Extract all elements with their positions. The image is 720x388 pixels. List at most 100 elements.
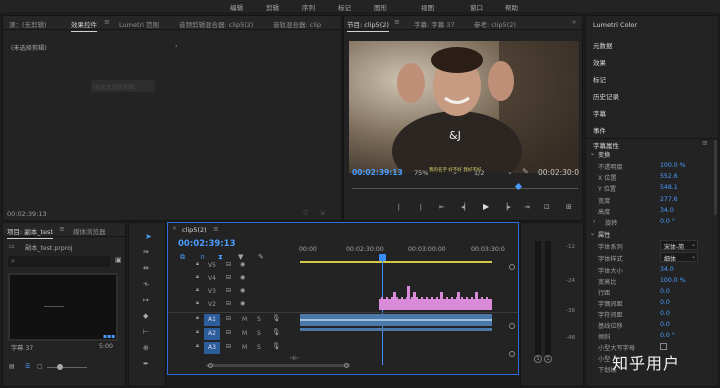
rotation-value[interactable]: 0.0 °: [660, 218, 675, 225]
tab-captions[interactable]: 字幕: 字幕 37: [414, 19, 455, 29]
expand-icon[interactable]: ›: [175, 42, 178, 50]
sync-lock-icon[interactable]: ⊟: [226, 330, 231, 336]
menu-clip[interactable]: 剪辑: [266, 2, 279, 12]
timeline-zoom-icon[interactable]: ⊣⊢: [289, 356, 299, 362]
lock-track-icon[interactable]: 🔒︎: [196, 315, 199, 322]
lock-icon[interactable]: ▤: [9, 364, 15, 370]
menu-edit[interactable]: 编辑: [230, 2, 243, 12]
mark-in-icon[interactable]: ❘: [396, 204, 402, 211]
play-icon[interactable]: ▶: [483, 203, 489, 211]
caption-clip-segment[interactable]: [451, 297, 453, 299]
thumbnail-zoom-slider[interactable]: [47, 367, 87, 368]
panel-item-lumetri-color[interactable]: Lumetri Color: [593, 21, 637, 29]
wrench-icon[interactable]: ✎: [522, 168, 529, 176]
microphone-icon[interactable]: 🎙︎: [272, 329, 280, 336]
panel-item-captions[interactable]: 字幕: [593, 108, 606, 118]
caption-clip-segment[interactable]: [421, 297, 423, 299]
panel-item-events[interactable]: 事件: [593, 125, 606, 135]
opacity-value[interactable]: 100.0 %: [660, 162, 686, 169]
panel-item-history[interactable]: 历史记录: [593, 91, 619, 101]
leading-value[interactable]: 0.0: [660, 288, 670, 295]
go-to-out-icon[interactable]: ⇥: [524, 204, 530, 211]
lock-track-icon[interactable]: 🔒︎: [196, 274, 199, 281]
menu-help[interactable]: 帮助: [505, 2, 518, 12]
caption-properties-menu-icon[interactable]: ≡: [702, 139, 708, 147]
tab-program[interactable]: 节目: clip5(2): [347, 19, 389, 32]
solo-button[interactable]: S: [257, 344, 261, 351]
eye-icon[interactable]: ◉: [240, 301, 245, 307]
sync-lock-icon[interactable]: ⊟: [226, 275, 231, 281]
caption-clip-segment[interactable]: [466, 297, 468, 299]
thumbnail-zoom-handle[interactable]: [57, 364, 63, 370]
right-panel-scrollbar[interactable]: [714, 140, 717, 215]
properties-chevron-icon[interactable]: ⌄: [590, 230, 595, 237]
caption-clip-segment[interactable]: [401, 297, 403, 299]
mute-button[interactable]: M: [242, 330, 247, 337]
small-caps-checkbox[interactable]: [660, 343, 667, 350]
zoom-select[interactable]: 75%: [414, 169, 428, 177]
panel-item-markers[interactable]: 标记: [593, 74, 606, 84]
solo-meter-button[interactable]: S: [534, 355, 542, 363]
extract-icon[interactable]: ⊞: [566, 204, 572, 211]
step-back-icon[interactable]: ◂▏: [461, 204, 470, 211]
eye-icon[interactable]: ◉: [240, 288, 245, 294]
new-bin-icon[interactable]: ▣: [115, 257, 122, 264]
tab-audio-clip-mixer[interactable]: 音频剪辑混合器: clip5(2): [179, 19, 253, 29]
slant-value[interactable]: 0.0 °: [660, 332, 675, 339]
slip-tool-icon[interactable]: ⊢: [143, 329, 149, 336]
caption-clip-segment[interactable]: [471, 297, 473, 299]
go-to-in-icon[interactable]: ⇤: [439, 204, 445, 211]
sync-lock-icon[interactable]: ⊟: [226, 316, 231, 322]
track-select-tool-icon[interactable]: ⇛: [143, 249, 149, 256]
panel-item-metadata[interactable]: 元数据: [593, 40, 613, 50]
sequence-menu-icon[interactable]: ≡: [213, 225, 219, 233]
eye-icon[interactable]: ◉: [240, 262, 245, 268]
transform-section-title[interactable]: 变换: [598, 150, 610, 159]
zoom-chevron-icon[interactable]: ⌄: [452, 169, 458, 176]
lock-track-icon[interactable]: 🔒︎: [196, 300, 199, 307]
lock-track-icon[interactable]: 🔒︎: [196, 329, 199, 336]
solo-button[interactable]: S: [257, 330, 261, 337]
aspect-value[interactable]: 100.0 %: [660, 277, 686, 284]
menu-markers[interactable]: 标记: [338, 2, 351, 12]
caption-clip-segment[interactable]: [441, 297, 443, 299]
close-sequence-icon[interactable]: ✕: [172, 226, 177, 232]
mark-out-icon[interactable]: ❘: [418, 204, 424, 211]
sync-lock-icon[interactable]: ⊟: [226, 288, 231, 294]
caption-clip-segment[interactable]: [481, 297, 483, 299]
caption-clip-segment[interactable]: [416, 297, 418, 299]
height-value[interactable]: 34.0: [660, 207, 674, 214]
sync-lock-icon[interactable]: ⊟: [226, 344, 231, 350]
caption-clip-segment[interactable]: [446, 297, 448, 299]
tab-track-mixer[interactable]: 音轨混合器: clip: [273, 19, 321, 29]
microphone-icon[interactable]: 🎙︎: [272, 343, 280, 350]
caption-clip-segment[interactable]: [391, 297, 393, 299]
caption-clip-segment[interactable]: [406, 297, 408, 299]
menu-window[interactable]: 窗口: [470, 2, 483, 12]
caption-clip-segment[interactable]: [411, 297, 413, 299]
panel-menu-icon[interactable]: ≡: [104, 18, 110, 26]
eye-icon[interactable]: ◉: [240, 275, 245, 281]
solo-meter-button[interactable]: S: [544, 355, 552, 363]
audio-clip-a2[interactable]: [300, 328, 492, 331]
pen-tool-icon[interactable]: ✒: [143, 361, 149, 368]
tab-reference[interactable]: 参考: clip5(2): [474, 19, 516, 29]
video-frame[interactable]: &J 我的名字 好不好 我好不好: [349, 41, 579, 173]
slide-tool-icon[interactable]: ⊕: [143, 345, 149, 352]
list-view-icon[interactable]: ☰: [25, 364, 30, 370]
razor-tool-icon[interactable]: ◆: [143, 313, 148, 320]
font-size-value[interactable]: 34.0: [660, 266, 674, 273]
rotation-chevron-icon[interactable]: ›: [593, 218, 595, 225]
caption-clip-segment[interactable]: [431, 297, 433, 299]
filter-icon[interactable]: ▽: [303, 210, 308, 217]
mute-button[interactable]: M: [242, 316, 247, 323]
baseline-value[interactable]: 0.0: [660, 321, 670, 328]
resolution-select[interactable]: 1/2: [474, 169, 484, 177]
sync-lock-icon[interactable]: ⊟: [226, 262, 231, 268]
program-timecode[interactable]: 00:02:39:13: [352, 168, 403, 177]
caption-clip-segment[interactable]: [381, 297, 383, 299]
tracking-value[interactable]: 0.0: [660, 310, 670, 317]
kerning-value[interactable]: 0.0: [660, 299, 670, 306]
resolution-chevron-icon[interactable]: ⌄: [507, 169, 513, 176]
caption-clip-segment[interactable]: [456, 297, 458, 299]
